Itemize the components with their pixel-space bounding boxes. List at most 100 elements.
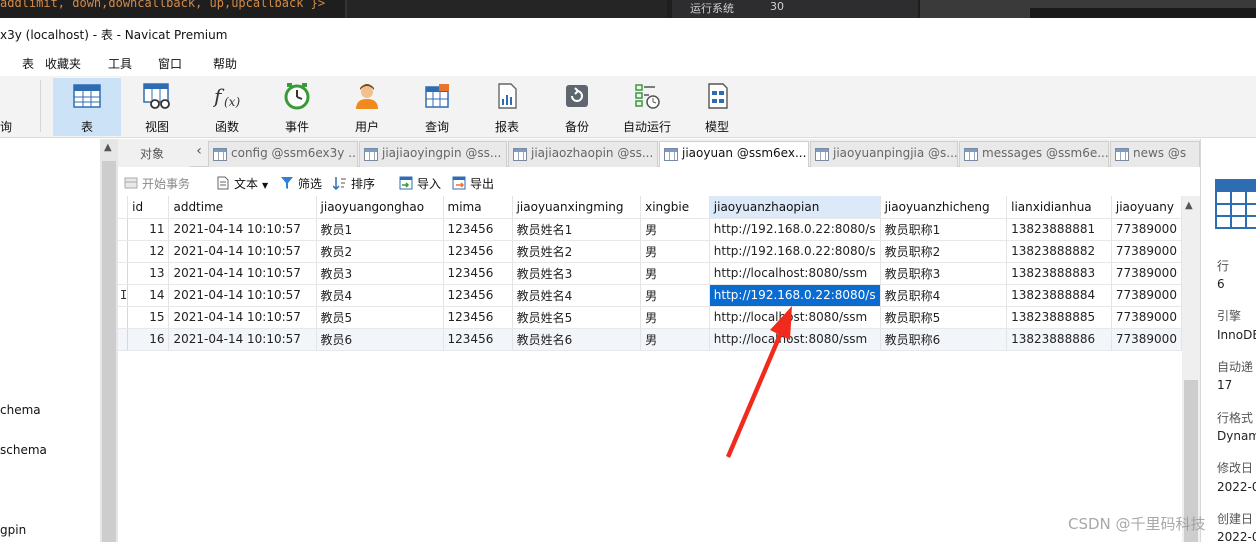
scroll-up-icon[interactable]: ▲: [1185, 200, 1193, 211]
cell-jiaoyuangonghao[interactable]: 教员5: [316, 306, 444, 329]
cell-mima[interactable]: 123456: [443, 218, 513, 241]
cell-jiaoyuanxingming[interactable]: 教员姓名4: [512, 284, 642, 307]
cell-jiaoyuanxingming[interactable]: 教员姓名3: [512, 262, 642, 285]
cell-jiaoyuany[interactable]: 77389000: [1111, 240, 1182, 263]
filter-button[interactable]: 筛选: [280, 175, 322, 192]
sort-button[interactable]: 排序: [333, 175, 375, 192]
cell-jiaoyuany[interactable]: 77389000: [1111, 284, 1182, 307]
export-button[interactable]: 导出: [452, 175, 494, 192]
tab-news[interactable]: news @s: [1110, 141, 1200, 167]
column-header-jiaoyuangonghao[interactable]: jiaoyuangonghao: [316, 196, 444, 219]
cell-xingbie[interactable]: 男: [640, 218, 710, 241]
cell-addtime[interactable]: 2021-04-14 10:10:57: [168, 306, 317, 329]
tree-item-schema-2[interactable]: schema: [0, 443, 47, 457]
cell-id[interactable]: 13: [127, 262, 170, 285]
column-header-jiaoyuanzhicheng[interactable]: jiaoyuanzhicheng: [880, 196, 1008, 219]
row-gutter[interactable]: [118, 262, 129, 285]
cell-lianxidianhua[interactable]: 13823888882: [1006, 240, 1112, 263]
cell-jiaoyuanzhaopian[interactable]: http://localhost:8080/ssm: [709, 262, 881, 285]
table-row[interactable]: 16 2021-04-14 10:10:57 教员6 123456 教员姓名6 …: [118, 328, 1182, 351]
menu-favorites[interactable]: 收藏夹: [45, 55, 81, 72]
cell-mima[interactable]: 123456: [443, 284, 513, 307]
tab-config[interactable]: config @ssm6ex3y ...: [208, 141, 358, 167]
tab-jiajiaozhaopin[interactable]: jiajiaozhaopin @ss...: [508, 141, 658, 167]
column-header-jiaoyuanzhaopian[interactable]: jiaoyuanzhaopian: [709, 196, 881, 219]
tab-objects[interactable]: 对象: [118, 141, 190, 167]
grid-scrollbar[interactable]: ▲: [1182, 196, 1200, 542]
cell-jiaoyuanxingming[interactable]: 教员姓名2: [512, 240, 642, 263]
tab-jiaoyuanpingjia[interactable]: jiaoyuanpingjia @s...: [810, 141, 958, 167]
cell-jiaoyuanzhicheng[interactable]: 教员职称6: [880, 328, 1008, 351]
cell-xingbie[interactable]: 男: [640, 328, 710, 351]
row-gutter[interactable]: [118, 306, 129, 329]
column-header-lianxidianhua[interactable]: lianxidianhua: [1006, 196, 1112, 219]
cell-lianxidianhua[interactable]: 13823888884: [1006, 284, 1112, 307]
tree-scrollbar[interactable]: ▲: [100, 139, 118, 542]
tree-item-schema[interactable]: chema: [0, 403, 41, 417]
toolbar-user-button[interactable]: 用户: [333, 78, 401, 136]
text-view-button[interactable]: 文本 ▼: [216, 175, 268, 192]
import-button[interactable]: 导入: [399, 175, 441, 192]
toolbar-backup-button[interactable]: 备份: [543, 78, 611, 136]
cell-xingbie[interactable]: 男: [640, 240, 710, 263]
row-gutter[interactable]: [118, 218, 129, 241]
tab-messages[interactable]: messages @ssm6e...: [959, 141, 1109, 167]
cell-jiaoyuanxingming[interactable]: 教员姓名1: [512, 218, 642, 241]
cell-jiaoyuanzhicheng[interactable]: 教员职称2: [880, 240, 1008, 263]
table-row[interactable]: 12 2021-04-14 10:10:57 教员2 123456 教员姓名2 …: [118, 240, 1182, 263]
cell-jiaoyuangonghao[interactable]: 教员4: [316, 284, 444, 307]
row-gutter[interactable]: [118, 328, 129, 351]
toolbar-auto-run-button[interactable]: 自动运行: [613, 78, 681, 136]
tree-scrollbar-thumb[interactable]: [102, 161, 116, 542]
cell-lianxidianhua[interactable]: 13823888885: [1006, 306, 1112, 329]
tab-jiajiaoyingpin[interactable]: jiajiaoyingpin @ss...: [359, 141, 507, 167]
cell-jiaoyuanzhicheng[interactable]: 教员职称3: [880, 262, 1008, 285]
tab-scroll-left-icon[interactable]: ‹: [192, 143, 206, 161]
toolbar-table-button[interactable]: 表: [53, 78, 121, 136]
cell-mima[interactable]: 123456: [443, 328, 513, 351]
window-title-bar[interactable]: x3y (localhost) - 表 - Navicat Premium: [0, 18, 1256, 50]
cell-id[interactable]: 14: [127, 284, 170, 307]
tree-item-gpin[interactable]: gpin: [0, 523, 26, 537]
cell-jiaoyuangonghao[interactable]: 教员1: [316, 218, 444, 241]
cell-id[interactable]: 15: [127, 306, 170, 329]
column-header-jiaoyuany[interactable]: jiaoyuany: [1111, 196, 1182, 219]
menu-table[interactable]: 表: [22, 55, 34, 72]
cell-xingbie[interactable]: 男: [640, 262, 710, 285]
toolbar-report-button[interactable]: 报表: [473, 78, 541, 136]
cell-jiaoyuanzhaopian[interactable]: http://192.168.0.22:8080/s: [709, 240, 881, 263]
cell-jiaoyuanzhicheng[interactable]: 教员职称1: [880, 218, 1008, 241]
cell-jiaoyuanxingming[interactable]: 教员姓名6: [512, 328, 642, 351]
cell-jiaoyuangonghao[interactable]: 教员6: [316, 328, 444, 351]
cell-addtime[interactable]: 2021-04-14 10:10:57: [168, 328, 317, 351]
cell-addtime[interactable]: 2021-04-14 10:10:57: [168, 262, 317, 285]
column-header-mima[interactable]: mima: [443, 196, 513, 219]
cell-jiaoyuangonghao[interactable]: 教员2: [316, 240, 444, 263]
begin-transaction-button[interactable]: 开始事务: [124, 175, 190, 192]
cell-id[interactable]: 16: [127, 328, 170, 351]
cell-lianxidianhua[interactable]: 13823888883: [1006, 262, 1112, 285]
cell-xingbie[interactable]: 男: [640, 306, 710, 329]
cell-lianxidianhua[interactable]: 13823888886: [1006, 328, 1112, 351]
cell-mima[interactable]: 123456: [443, 262, 513, 285]
cell-lianxidianhua[interactable]: 13823888881: [1006, 218, 1112, 241]
row-gutter[interactable]: I: [118, 284, 129, 307]
cell-id[interactable]: 11: [127, 218, 170, 241]
toolbar-event-button[interactable]: 事件: [263, 78, 331, 136]
cell-addtime[interactable]: 2021-04-14 10:10:57: [168, 284, 317, 307]
column-header-xingbie[interactable]: xingbie: [640, 196, 710, 219]
cell-jiaoyuanzhicheng[interactable]: 教员职称5: [880, 306, 1008, 329]
menu-help[interactable]: 帮助: [213, 55, 237, 72]
toolbar-query-button[interactable]: 查询: [403, 78, 471, 136]
cell-id[interactable]: 12: [127, 240, 170, 263]
cell-addtime[interactable]: 2021-04-14 10:10:57: [168, 240, 317, 263]
table-row[interactable]: 13 2021-04-14 10:10:57 教员3 123456 教员姓名3 …: [118, 262, 1182, 285]
tab-jiaoyuan[interactable]: jiaoyuan @ssm6ex...: [659, 141, 809, 167]
menu-tools[interactable]: 工具: [108, 55, 132, 72]
column-header-id[interactable]: id: [127, 196, 170, 219]
cell-addtime[interactable]: 2021-04-14 10:10:57: [168, 218, 317, 241]
toolbar-query-partial[interactable]: 询: [0, 78, 34, 136]
column-header-jiaoyuanxingming[interactable]: jiaoyuanxingming: [512, 196, 642, 219]
cell-jiaoyuanzhicheng[interactable]: 教员职称4: [880, 284, 1008, 307]
cell-xingbie[interactable]: 男: [640, 284, 710, 307]
